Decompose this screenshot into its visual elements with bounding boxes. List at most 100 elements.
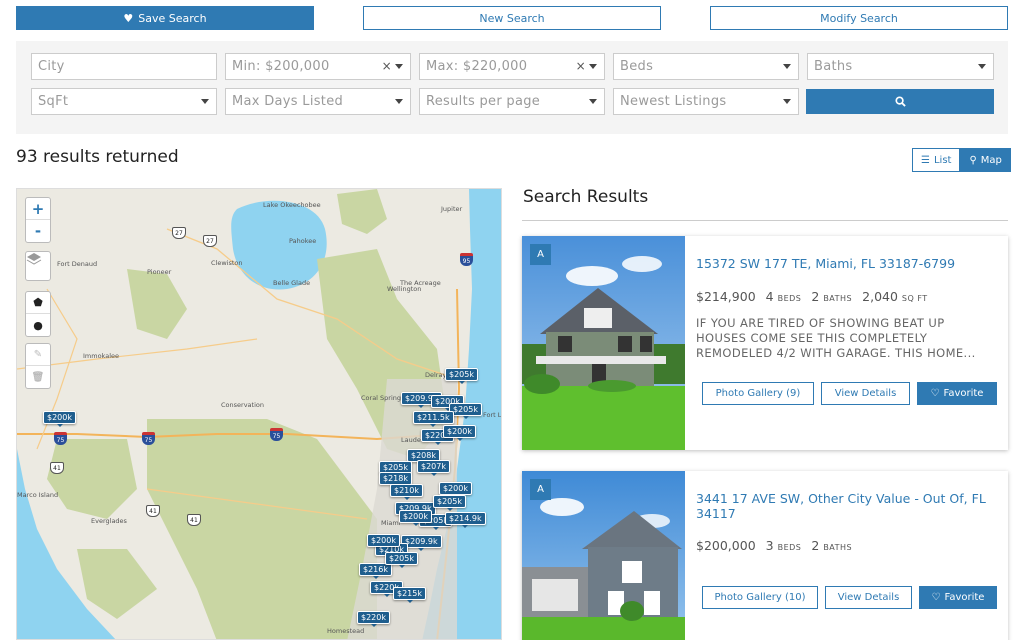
favorite-label: Favorite bbox=[944, 592, 985, 603]
new-search-label: New Search bbox=[479, 11, 545, 25]
photo-gallery-button[interactable]: Photo Gallery (9) bbox=[702, 382, 814, 405]
search-results-title: Search Results bbox=[523, 187, 649, 207]
edit-icon[interactable]: ✎ bbox=[26, 344, 50, 366]
listing-price-pin[interactable]: $200k bbox=[43, 411, 76, 427]
beds-count: 3 bbox=[765, 538, 774, 553]
new-search-button[interactable]: New Search bbox=[363, 6, 661, 30]
listing-price-pin[interactable]: $207k bbox=[417, 460, 450, 476]
sqft-value: SqFt bbox=[38, 94, 69, 109]
results-per-page-select[interactable]: Results per page bbox=[419, 88, 605, 115]
map-place-label: Belle Glade bbox=[273, 279, 311, 287]
listing-price-pin[interactable]: $205k bbox=[385, 552, 418, 568]
beds-select[interactable]: Beds bbox=[613, 53, 799, 80]
clear-min-price-icon[interactable]: × bbox=[382, 59, 392, 73]
favorite-button[interactable]: ♡ Favorite bbox=[917, 382, 997, 405]
listing-price: $214,900 bbox=[696, 289, 756, 304]
listing-price-pin[interactable]: $200k bbox=[443, 425, 476, 441]
sqft-select[interactable]: SqFt bbox=[31, 88, 217, 115]
map-place-label: Conservation bbox=[221, 401, 264, 409]
chevron-down-icon bbox=[783, 64, 791, 69]
max-price-select[interactable]: Max: $220,000 × bbox=[419, 53, 605, 80]
heart-outline-icon: ♡ bbox=[930, 388, 940, 399]
results-per-page-value: Results per page bbox=[426, 94, 541, 109]
view-details-label: View Details bbox=[837, 592, 900, 603]
baths-select[interactable]: Baths bbox=[807, 53, 994, 80]
beds-count: 4 bbox=[765, 289, 774, 304]
list-view-label: List bbox=[933, 154, 952, 166]
max-days-listed-select[interactable]: Max Days Listed bbox=[225, 88, 411, 115]
listing-price-pin[interactable]: $210k bbox=[390, 484, 423, 500]
circle-draw-icon[interactable]: ● bbox=[26, 314, 50, 336]
map-place-label: Coral Springs bbox=[361, 394, 405, 402]
listing-description: IF YOU ARE TIRED OF SHOWING BEAT UP HOUS… bbox=[696, 316, 976, 360]
city-input[interactable]: City bbox=[31, 53, 217, 80]
layers-control[interactable] bbox=[25, 251, 51, 281]
map-place-label: Clewiston bbox=[211, 259, 243, 267]
listing-price-pin[interactable]: $205k bbox=[449, 403, 482, 419]
listing-card[interactable]: A 3441 17 AVE SW, Other City Value - Out… bbox=[522, 471, 1008, 640]
beds-unit: BEDS bbox=[777, 543, 802, 552]
map-place-label: Jupiter bbox=[441, 205, 463, 213]
route-shield: 27 bbox=[172, 227, 186, 239]
draw-control: ⬟ ● bbox=[25, 291, 51, 337]
listing-price-pin[interactable]: $220k bbox=[357, 611, 390, 627]
clear-max-price-icon[interactable]: × bbox=[576, 59, 586, 73]
max-days-listed-value: Max Days Listed bbox=[232, 94, 344, 109]
listing-price-pin[interactable]: $200k bbox=[399, 510, 432, 526]
view-details-button[interactable]: View Details bbox=[821, 382, 910, 405]
listing-baths: 2 BATHS bbox=[811, 538, 852, 553]
listing-price: $200,000 bbox=[696, 538, 756, 553]
listing-price-pin[interactable]: $211.5k bbox=[413, 411, 454, 427]
results-map[interactable]: + - ⬟ ● ✎ 🗑 Lake Okeechobee Pahokee Clew… bbox=[16, 188, 502, 640]
save-search-button[interactable]: ♥ Save Search bbox=[16, 6, 314, 30]
listing-price-pin[interactable]: $205k bbox=[433, 495, 466, 511]
view-details-label: View Details bbox=[834, 388, 897, 399]
listing-price-pin[interactable]: $214.9k bbox=[445, 512, 486, 528]
listing-price-pin[interactable]: $205k bbox=[445, 368, 478, 384]
baths-count: 2 bbox=[811, 289, 820, 304]
map-place-label: Everglades bbox=[91, 517, 127, 525]
listing-photo[interactable] bbox=[522, 236, 685, 450]
chevron-down-icon bbox=[589, 64, 597, 69]
zoom-in-button[interactable]: + bbox=[26, 198, 50, 220]
listing-price-pin[interactable]: $215k bbox=[393, 587, 426, 603]
search-submit-button[interactable] bbox=[806, 89, 994, 114]
beds-unit: BEDS bbox=[777, 294, 802, 303]
listing-price-pin[interactable]: $200k bbox=[367, 534, 400, 550]
baths-unit: BATHS bbox=[823, 294, 853, 303]
interstate-shield: 95 bbox=[460, 253, 473, 266]
listing-address-link[interactable]: 15372 SW 177 TE, Miami, FL 33187-6799 bbox=[696, 256, 996, 271]
view-details-button[interactable]: View Details bbox=[825, 586, 912, 609]
listing-price-pin[interactable]: $200k bbox=[439, 482, 472, 498]
listing-card[interactable]: A 15372 SW 177 TE, Miami, FL 33187-6799 … bbox=[522, 236, 1008, 450]
polygon-draw-icon[interactable]: ⬟ bbox=[26, 292, 50, 314]
city-placeholder: City bbox=[38, 59, 65, 74]
map-place-label: Marco Island bbox=[17, 491, 59, 499]
list-view-button[interactable]: ☰ List bbox=[912, 148, 961, 172]
interstate-shield: 75 bbox=[270, 428, 283, 441]
zoom-out-button[interactable]: - bbox=[26, 220, 50, 242]
favorite-button[interactable]: ♡ Favorite bbox=[919, 586, 997, 609]
listing-address-link[interactable]: 3441 17 AVE SW, Other City Value - Out O… bbox=[696, 491, 996, 521]
heart-icon: ♥ bbox=[123, 11, 134, 25]
divider bbox=[522, 220, 1008, 221]
map-place-label: Fort Denaud bbox=[57, 260, 98, 268]
baths-unit: BATHS bbox=[823, 543, 853, 552]
layers-icon[interactable] bbox=[26, 252, 50, 280]
map-place-label: Pahokee bbox=[289, 237, 317, 245]
sqft-unit: SQ FT bbox=[901, 294, 928, 303]
photo-gallery-button[interactable]: Photo Gallery (10) bbox=[702, 586, 818, 609]
modify-search-button[interactable]: Modify Search bbox=[710, 6, 1008, 30]
sort-select[interactable]: Newest Listings bbox=[613, 88, 799, 115]
map-place-label: Miami bbox=[381, 519, 401, 527]
trash-icon[interactable]: 🗑 bbox=[26, 366, 50, 388]
beds-value: Beds bbox=[620, 59, 654, 74]
chevron-down-icon bbox=[783, 99, 791, 104]
map-view-label: Map bbox=[980, 154, 1002, 166]
min-price-select[interactable]: Min: $200,000 × bbox=[225, 53, 411, 80]
map-place-label: Pioneer bbox=[147, 268, 172, 276]
map-marker-icon: ⚲ bbox=[969, 154, 977, 166]
sqft-count: 2,040 bbox=[862, 289, 898, 304]
map-view-button[interactable]: ⚲ Map bbox=[960, 148, 1011, 172]
chevron-down-icon bbox=[201, 99, 209, 104]
